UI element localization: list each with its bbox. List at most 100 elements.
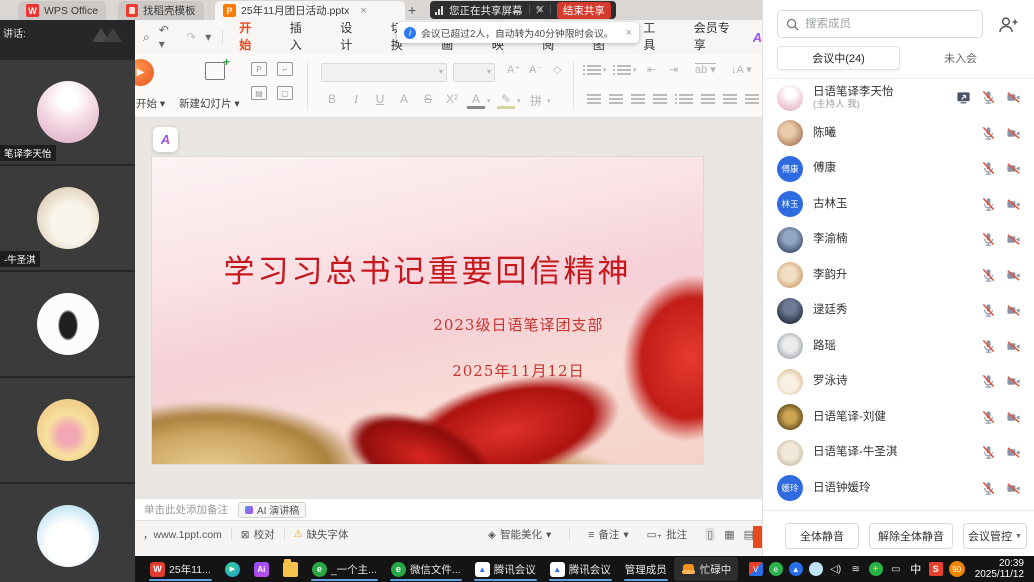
beautify-button[interactable]: ◈智能美化 ▾: [488, 527, 551, 542]
slide[interactable]: 学习习总书记重要回信精神 2023级日语笔译团支部 2025年11月12日: [152, 157, 703, 464]
video-tile-4[interactable]: [0, 378, 135, 482]
line-spacing-icon[interactable]: [701, 94, 715, 104]
badge-tray-icon[interactable]: 90: [949, 561, 965, 577]
slideshow-button[interactable]: [753, 526, 762, 548]
camera-off-icon[interactable]: [1006, 161, 1021, 176]
participant-row-8[interactable]: 路瑶: [763, 329, 1034, 365]
menu-tab-2[interactable]: 插入: [288, 15, 314, 60]
video-tile-1[interactable]: 笔译李天怡: [0, 60, 135, 164]
ai-script-button[interactable]: AI 演讲稿: [238, 502, 306, 518]
mic-muted-icon[interactable]: [981, 445, 996, 460]
participant-row-6[interactable]: 李韵升: [763, 258, 1034, 294]
indent-icon[interactable]: ⇥: [669, 63, 678, 76]
end-share-button[interactable]: 结束共享: [557, 2, 611, 19]
font-style-button-S[interactable]: S: [419, 92, 437, 106]
font-name-select[interactable]: [321, 63, 447, 82]
menu-tab-9[interactable]: 工具: [641, 15, 667, 60]
bullet-list-icon[interactable]: [587, 65, 601, 75]
participant-row-2[interactable]: 陈曦: [763, 116, 1034, 152]
add-member-icon[interactable]: [997, 14, 1019, 36]
text-direction-icon[interactable]: ab ▾: [695, 63, 716, 76]
comment-button[interactable]: ▭₊批注: [647, 527, 687, 542]
participant-row-10[interactable]: 日语笔译-刘健: [763, 400, 1034, 436]
participant-row-5[interactable]: 李渝楠: [763, 222, 1034, 258]
wps-ai-icon[interactable]: A: [753, 30, 762, 45]
distribute-icon[interactable]: [679, 94, 693, 104]
font-color-icon[interactable]: A: [467, 92, 485, 109]
sogou-tray-icon[interactable]: S: [929, 562, 943, 576]
font-size-select[interactable]: [453, 63, 495, 82]
highlight-icon[interactable]: ✎: [497, 92, 515, 109]
font-style-button-X²[interactable]: X²: [443, 92, 461, 106]
missing-font-warning[interactable]: ⚠缺失字体: [294, 527, 349, 542]
new-tab-button[interactable]: +: [408, 2, 416, 18]
align-center-icon[interactable]: [609, 94, 623, 104]
taskbar-item-10[interactable]: 忙碌中: [674, 557, 739, 581]
layout-icon[interactable]: P: [251, 62, 267, 76]
mic-muted-icon[interactable]: [981, 268, 996, 283]
new-slide-icon[interactable]: [205, 62, 225, 80]
proofread-button[interactable]: ⊠校对: [241, 527, 275, 542]
participant-row-11[interactable]: 日语笔译-牛圣淇: [763, 435, 1034, 471]
font-style-button-I[interactable]: I: [347, 92, 365, 107]
taskbar-item-5[interactable]: e_一个主...: [305, 557, 384, 581]
camera-off-icon[interactable]: [1006, 232, 1021, 247]
taskbar-item-8[interactable]: ▲腾讯会议: [543, 557, 618, 581]
undo-icon[interactable]: ↶ ▾: [159, 23, 177, 51]
camera-off-icon[interactable]: [1006, 445, 1021, 460]
annotate-icon[interactable]: ✎̸: [536, 5, 544, 16]
participant-row-4[interactable]: 林玉 古林玉: [763, 187, 1034, 223]
camera-off-icon[interactable]: [1006, 303, 1021, 318]
outdent-icon[interactable]: ⇤: [647, 63, 656, 76]
camera-off-icon[interactable]: [1006, 268, 1021, 283]
camera-off-icon[interactable]: [1006, 410, 1021, 425]
taskbar-item-9[interactable]: 管理成员: [618, 557, 674, 581]
taskbar-item-3[interactable]: Ai: [247, 557, 276, 581]
camera-off-icon[interactable]: [1006, 197, 1021, 212]
reset-icon[interactable]: ⌐: [277, 62, 293, 76]
mic-muted-icon[interactable]: [981, 197, 996, 212]
ai-assistant-button[interactable]: A: [153, 127, 178, 152]
slide-subtitle[interactable]: 2023级日语笔译团支部: [372, 314, 664, 335]
cam-tray-icon[interactable]: ▭: [889, 562, 903, 576]
participant-row-3[interactable]: 傅康 傅康: [763, 151, 1034, 187]
mic-muted-icon[interactable]: [981, 161, 996, 176]
mic-muted-icon[interactable]: [981, 481, 996, 496]
tab-in-meeting[interactable]: 会议中(24): [777, 46, 900, 70]
taskbar-clock[interactable]: 20:39 2025/11/12: [975, 558, 1028, 581]
numbered-list-icon[interactable]: [617, 65, 631, 75]
toast-close-icon[interactable]: ×: [626, 27, 632, 39]
clear-format-icon[interactable]: ◇: [553, 63, 561, 76]
section-icon[interactable]: ▢: [277, 86, 293, 100]
slideshow-play-label[interactable]: 开始 ▾: [136, 96, 165, 111]
greendot-tray-icon[interactable]: e: [769, 562, 783, 576]
redo-icon[interactable]: ↷: [186, 30, 196, 44]
meeting-control-button[interactable]: 会议管控 ▼: [963, 523, 1027, 549]
menu-tab-3[interactable]: 设计: [338, 15, 364, 60]
phonetic-icon[interactable]: 拼: [527, 92, 545, 109]
participant-row-9[interactable]: 罗泳诗: [763, 364, 1034, 400]
slide-layout-icon[interactable]: ▤: [251, 86, 267, 100]
wifi-tray-icon[interactable]: ≋: [849, 562, 863, 576]
font-style-button-B[interactable]: B: [323, 92, 341, 106]
mute-all-button[interactable]: 全体静音: [785, 523, 859, 549]
taskbar-item-6[interactable]: e微信文件...: [384, 557, 468, 581]
normal-view-icon[interactable]: ▯: [705, 528, 715, 541]
taskbar-item-7[interactable]: ▲腾讯会议: [468, 557, 543, 581]
camera-off-icon[interactable]: [1006, 339, 1021, 354]
notes-button[interactable]: ≡备注 ▾: [588, 527, 628, 542]
participant-row-7[interactable]: 逯廷秀: [763, 293, 1034, 329]
tab-not-joined[interactable]: 未入会: [900, 46, 1021, 70]
bluedot-tray-icon[interactable]: ▲: [789, 562, 803, 576]
mic-muted-icon[interactable]: [981, 90, 996, 105]
notes-placeholder[interactable]: 单击此处添加备注: [144, 502, 228, 517]
mic-muted-icon[interactable]: [981, 374, 996, 389]
close-tab-icon[interactable]: ×: [360, 5, 366, 17]
align-right-icon[interactable]: [631, 94, 645, 104]
increase-font-icon[interactable]: A⁺: [507, 63, 520, 76]
tab-document[interactable]: P 25年11月团日活动.pptx ×: [215, 1, 405, 20]
mic-muted-icon[interactable]: [981, 126, 996, 141]
taskbar-item-1[interactable]: W25年11...: [143, 557, 218, 581]
menu-tab-10[interactable]: 会员专享: [692, 15, 739, 60]
video-tile-3[interactable]: [0, 272, 135, 376]
